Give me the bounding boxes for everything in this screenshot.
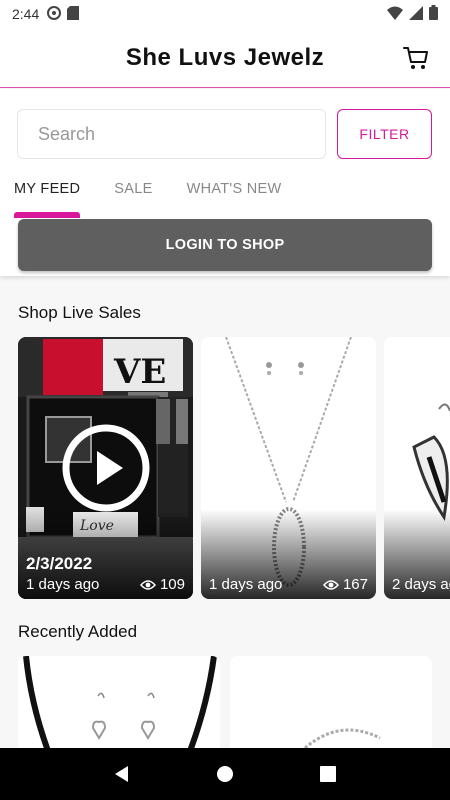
eye-icon [139, 579, 156, 590]
recents-icon[interactable] [316, 762, 340, 786]
app-title: She Luvs Jewelz [125, 43, 325, 71]
home-icon[interactable] [213, 762, 237, 786]
status-bar: 2:44 [0, 0, 450, 28]
live-sales-title: Shop Live Sales [18, 303, 141, 322]
product-image [230, 656, 432, 748]
app-header: She Luvs Jewelz [0, 28, 450, 88]
search-input[interactable] [38, 123, 305, 145]
battery-icon [429, 5, 438, 23]
svg-text:VE: VE [113, 352, 166, 392]
live-sale-views: 167 [322, 576, 368, 593]
live-sale-views: 109 [139, 576, 185, 593]
media-icon [47, 5, 62, 23]
cart-icon [403, 47, 428, 69]
live-sale-age: 1 days ago [26, 576, 100, 593]
signal-icon [409, 5, 423, 23]
back-icon[interactable] [110, 762, 134, 786]
live-sale-age: 1 days ago [209, 576, 283, 593]
filter-button[interactable]: FILTER [337, 109, 432, 159]
live-sale-age: 2 days ago [392, 576, 450, 593]
live-sales-carousel[interactable]: VE Love 2/3/2022 1 days ago [18, 337, 450, 599]
live-sale-card[interactable]: 1 days ago 167 [201, 337, 376, 599]
tab-sale[interactable]: SALE [114, 181, 152, 217]
tab-whats-new[interactable]: WHAT'S NEW [187, 181, 282, 217]
wifi-icon [387, 6, 403, 23]
live-sale-card[interactable]: VE Love 2/3/2022 1 days ago [18, 337, 193, 599]
product-card[interactable] [18, 656, 220, 748]
status-time: 2:44 [12, 6, 40, 22]
system-nav-bar [0, 748, 450, 800]
product-image [18, 656, 220, 748]
top-panel: FILTER MY FEED SALE WHAT'S NEW LOGIN TO … [0, 89, 450, 276]
cart-button[interactable] [402, 44, 430, 72]
login-to-shop-button[interactable]: LOGIN TO SHOP [18, 219, 432, 271]
live-sale-date: 2/3/2022 [26, 554, 93, 573]
eye-icon [322, 579, 339, 590]
live-sale-card[interactable]: 2 days ago [384, 337, 450, 599]
sd-card-icon [67, 5, 80, 23]
play-icon[interactable] [61, 423, 151, 513]
search-box[interactable] [17, 109, 326, 159]
view-count: 167 [342, 576, 368, 593]
product-card[interactable] [230, 656, 432, 748]
view-count: 109 [159, 576, 185, 593]
recently-added-list[interactable] [18, 656, 450, 748]
recently-added-title: Recently Added [18, 622, 138, 641]
active-tab-indicator [14, 212, 80, 218]
